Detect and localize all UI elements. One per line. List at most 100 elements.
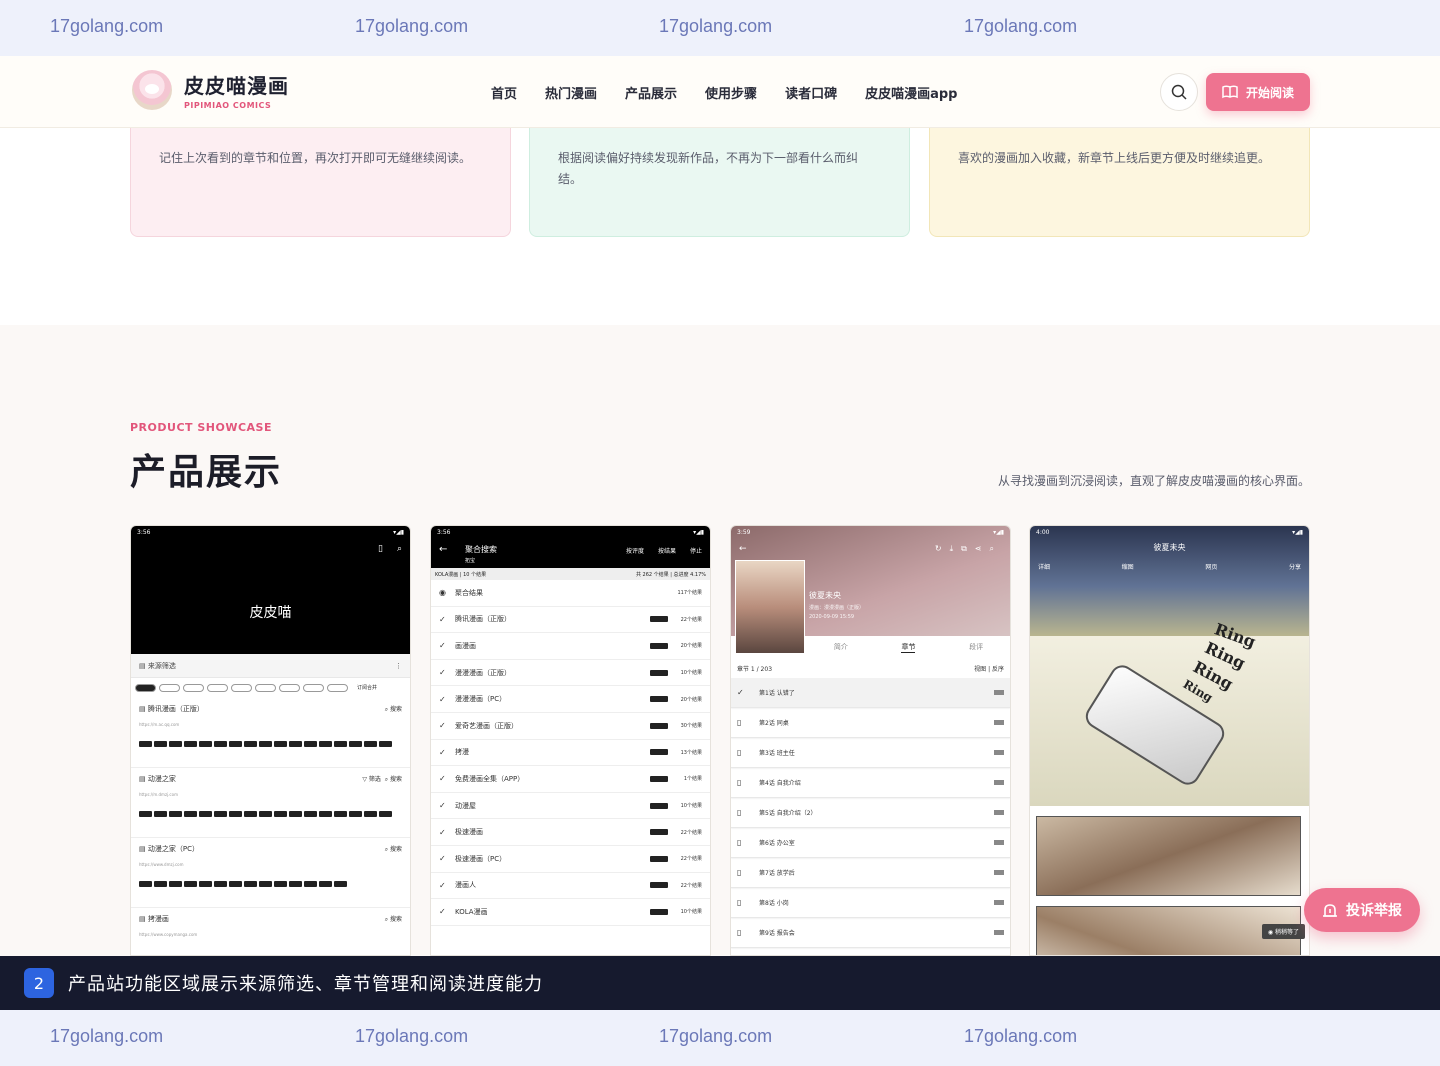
summary-right: 共 262 个结果 | 总进度 4.17% bbox=[635, 571, 706, 578]
reader-toolbar: 详细 缩图 网页 分享 bbox=[1038, 562, 1301, 571]
source-filter-bar: ▤ 来源筛选 ⋮ bbox=[131, 654, 410, 678]
chapter-title: 第4话 自我介绍 bbox=[759, 780, 801, 787]
result-row[interactable]: ✓ 动漫屋 10个结果 bbox=[431, 793, 710, 820]
nav-showcase[interactable]: 产品展示 bbox=[625, 83, 677, 102]
tab-comments[interactable]: 段评 bbox=[969, 642, 983, 652]
feature-card-text: 根据阅读偏好持续发现新作品，不再为下一部看什么而纠结。 bbox=[558, 151, 859, 186]
result-row[interactable]: ✓ 漫画人 22个结果 bbox=[431, 873, 710, 900]
check-icon: ✓ bbox=[439, 641, 446, 651]
result-row[interactable]: ✓ 爱奇艺漫画（正版） 30个结果 bbox=[431, 713, 710, 740]
nav-home[interactable]: 首页 bbox=[491, 83, 517, 102]
chapter-row[interactable]: ▯ 第2话 同桌 bbox=[731, 708, 1010, 738]
result-count: 30个结果 bbox=[680, 723, 702, 730]
result-source-name: KOLA漫画 bbox=[455, 907, 488, 916]
result-row[interactable]: ✓ 漫漫漫画（正版） 10个结果 bbox=[431, 660, 710, 687]
webpage-action: 网页 bbox=[1205, 564, 1218, 571]
result-row[interactable]: ✓ 免费漫画全集（APP） 1个结果 bbox=[431, 766, 710, 793]
source-icon: ▤ bbox=[139, 775, 148, 783]
tab-intro[interactable]: 简介 bbox=[834, 642, 848, 652]
screenshot-source-filter: 3:56 ▾◢▮ ▯ ⌕ 皮皮喵 ▤ 来源筛选 ⋮ 订阅合并 ▤ 腾讯漫画（正版） … bbox=[130, 525, 411, 956]
more-icon: ⋮ bbox=[395, 661, 402, 670]
chapter-row[interactable]: ▯ 第3话 班主任 bbox=[731, 738, 1010, 768]
result-source-name: 腾讯漫画（正版） bbox=[455, 615, 511, 624]
screenshot-aggregate-search: 3:56 ▾◢▮ ← 聚合搜索 拓宝 按评度 按结果 停止 KOLA漫画 | 10 … bbox=[430, 525, 711, 956]
toolbar-icons: ↻⤓⧉⋖⌕ bbox=[934, 544, 1002, 553]
feature-card-text: 记住上次看到的章节和位置，再次打开即可无缝继续阅读。 bbox=[159, 151, 472, 165]
latency-badge bbox=[650, 775, 668, 782]
feature-card-continue-reading: 记住上次看到的章节和位置，再次打开即可无缝继续阅读。 bbox=[130, 118, 511, 237]
screenshot-chapter-list: 3:59 ▾◢▮ ← ↻⤓⧉⋖⌕ 彼夏未央 漫画：漫漫漫画（正版） 2020-09… bbox=[730, 525, 1011, 956]
nav-app[interactable]: 皮皮喵漫画app bbox=[865, 83, 957, 102]
check-icon: ✓ bbox=[439, 614, 446, 624]
mascot-logo-icon bbox=[132, 70, 172, 110]
report-button[interactable]: 投诉举报 bbox=[1304, 888, 1420, 932]
check-icon: ✓ bbox=[439, 854, 446, 864]
result-count: 22个结果 bbox=[680, 856, 702, 863]
result-row[interactable]: ✓ 极速漫画 22个结果 bbox=[431, 819, 710, 846]
source-filter-action: 筛选 bbox=[368, 776, 381, 783]
chapter-row[interactable]: ▯ 第4话 自我介绍 bbox=[731, 768, 1010, 798]
download-indicator-icon bbox=[994, 750, 1004, 755]
nav-reviews[interactable]: 读者口碑 bbox=[785, 83, 837, 102]
chapter-title: 第1话 认错了 bbox=[759, 690, 795, 697]
site-header: 皮皮喵漫画 PIPIMIAO COMICS 首页 热门漫画 产品展示 使用步骤 … bbox=[0, 56, 1440, 128]
chapter-title: 第7话 放学后 bbox=[759, 870, 795, 877]
filter-chips: 订阅合并 bbox=[131, 678, 410, 698]
source-row: ▤ 拷漫画 ⌕ 搜索 https://www.copymanga.com bbox=[131, 908, 410, 955]
reader-tag: ◉ 稍稍等了 bbox=[1261, 924, 1305, 939]
result-row[interactable]: ◉ 聚合结果 117个结果 bbox=[431, 580, 710, 607]
tab-chapters[interactable]: 章节 bbox=[901, 642, 916, 653]
logo[interactable]: 皮皮喵漫画 PIPIMIAO COMICS bbox=[132, 70, 289, 110]
start-reading-button[interactable]: 开始阅读 bbox=[1206, 73, 1310, 111]
result-source-name: 画漫画 bbox=[455, 641, 476, 650]
result-row[interactable]: ✓ 拷漫 13个结果 bbox=[431, 740, 710, 767]
share-action: 分享 bbox=[1288, 564, 1301, 571]
result-source-name: 拷漫 bbox=[455, 748, 469, 757]
report-label: 投诉举报 bbox=[1346, 903, 1402, 919]
download-indicator-icon bbox=[994, 720, 1004, 725]
logo-title: 皮皮喵漫画 bbox=[184, 74, 289, 98]
caption-number: 2 bbox=[24, 968, 54, 998]
status-time: 3:59 bbox=[737, 528, 751, 536]
result-count: 13个结果 bbox=[680, 749, 702, 756]
chapter-row[interactable]: ▯ 第7话 放学后 bbox=[731, 858, 1010, 888]
feature-card-recommendation: 根据阅读偏好持续发现新作品，不再为下一部看什么而纠结。 bbox=[529, 118, 910, 237]
sort-action: 按评度 bbox=[625, 548, 644, 555]
source-name: 动漫之家（PC） bbox=[147, 845, 199, 853]
result-row[interactable]: ✓ 画漫画 20个结果 bbox=[431, 633, 710, 660]
app-title: 聚合搜索 拓宝 bbox=[465, 545, 497, 564]
result-count: 22个结果 bbox=[680, 829, 702, 836]
chapter-title: 第5话 自我介绍（2） bbox=[759, 810, 817, 817]
nav-hot-comics[interactable]: 热门漫画 bbox=[545, 83, 597, 102]
source-url: https://www.dmzj.com bbox=[139, 862, 184, 867]
battery-icon: ▾◢▮ bbox=[693, 528, 704, 536]
chapter-row[interactable]: ▯ 第6话 办公室 bbox=[731, 828, 1010, 858]
chapter-row[interactable]: ▯ 第9话 报告会 bbox=[731, 918, 1010, 948]
result-source-name: 漫漫漫画（正版） bbox=[455, 668, 511, 677]
check-icon: ✓ bbox=[439, 827, 446, 837]
result-row[interactable]: ✓ 漫漫漫画（PC） 20个结果 bbox=[431, 686, 710, 713]
latency-badge bbox=[650, 642, 668, 649]
comic-meta: 彼夏未央 漫画：漫漫漫画（正版） 2020-09-09 15:59 bbox=[809, 590, 864, 620]
source-url: https://www.copymanga.com bbox=[139, 932, 198, 937]
check-icon: ✓ bbox=[439, 694, 446, 704]
result-source-name: 免费漫画全集（APP） bbox=[455, 774, 525, 783]
bookmark-icon: ▯ bbox=[737, 868, 742, 877]
chapter-row[interactable]: ▯ 第8话 小岗 bbox=[731, 888, 1010, 918]
search-button[interactable] bbox=[1160, 73, 1198, 111]
result-source-name: 动漫屋 bbox=[455, 801, 476, 810]
nav-steps[interactable]: 使用步骤 bbox=[705, 83, 757, 102]
manga-panel bbox=[1036, 816, 1301, 896]
source-icon: ▤ bbox=[139, 845, 148, 853]
chapter-row[interactable]: ▯ 第5话 自我介绍（2） bbox=[731, 798, 1010, 828]
latency-badge bbox=[650, 696, 668, 703]
result-row[interactable]: ✓ 腾讯漫画（正版） 22个结果 bbox=[431, 607, 710, 634]
result-row[interactable]: ✓ KOLA漫画 10个结果 bbox=[431, 899, 710, 926]
bookmark-icon: ▯ bbox=[737, 838, 742, 847]
result-count: 22个结果 bbox=[680, 616, 702, 623]
result-source-name: 漫漫漫画（PC） bbox=[455, 695, 507, 704]
watermark-text: 17golang.com bbox=[964, 1026, 1078, 1046]
result-row[interactable]: ✓ 极速漫画（PC） 22个结果 bbox=[431, 846, 710, 873]
summary-left: KOLA漫画 | 10 个结果 bbox=[435, 571, 487, 578]
chapter-row[interactable]: ✓ 第1话 认错了 bbox=[731, 678, 1010, 708]
